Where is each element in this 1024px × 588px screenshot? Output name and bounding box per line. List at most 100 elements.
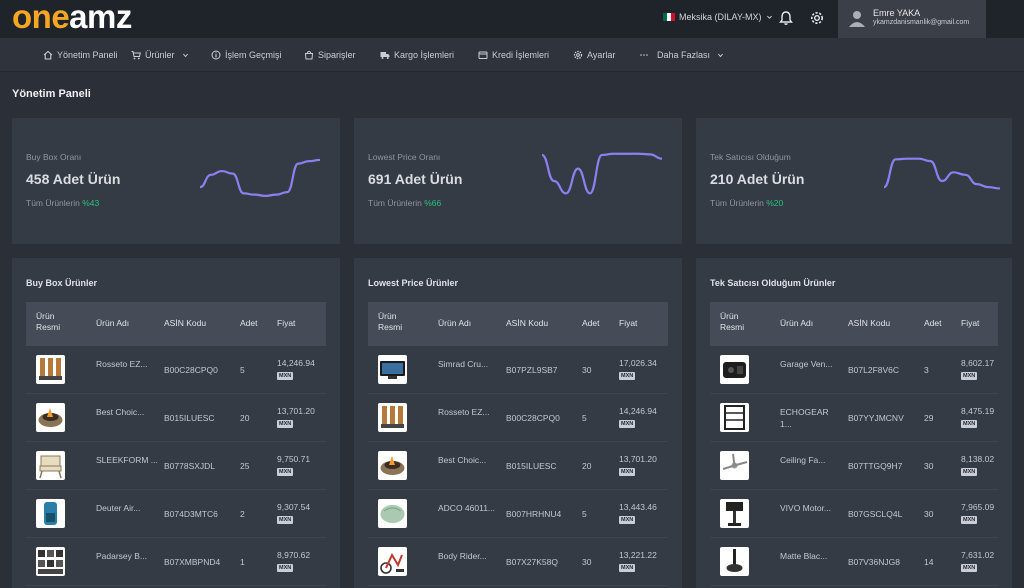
product-image[interactable] — [36, 499, 65, 528]
product-name[interactable]: Ceiling Fa... — [780, 454, 842, 466]
table-row[interactable]: Best Choic... B015ILUESC 20 13,701.20 MXN — [368, 442, 668, 490]
product-image[interactable] — [36, 451, 65, 480]
dispenser-icon — [381, 406, 404, 428]
gear-icon[interactable] — [809, 10, 825, 26]
parts-icon — [38, 550, 63, 574]
info-icon — [211, 50, 221, 60]
table-row[interactable]: ECHOGEAR 1... B07YYJMCNV 29 8,475.19 MXN — [710, 394, 998, 442]
country-selector[interactable]: Meksika (DILAY-MX) — [663, 12, 773, 22]
product-name[interactable]: Best Choic... — [438, 454, 500, 466]
product-image[interactable] — [378, 451, 407, 480]
nav-orders[interactable]: Siparişler — [304, 38, 356, 72]
product-image[interactable] — [378, 403, 407, 432]
table-row[interactable]: Padarsey B... B07XMBPND4 1 8,970.62 MXN — [26, 538, 326, 586]
product-image[interactable] — [378, 355, 407, 384]
product-image[interactable] — [378, 499, 407, 528]
table-row[interactable]: Body Rider... B07X27K58Q 30 13,221.22 MXN — [368, 538, 668, 586]
nav-shipping[interactable]: Kargo İşlemleri — [380, 38, 454, 72]
lowest-price-sparkline — [541, 152, 663, 195]
currency-badge: MXN — [961, 420, 978, 428]
table-row[interactable]: Simrad Cru... B07PZL9SB7 30 17,026.34 MXN — [368, 346, 668, 394]
product-name[interactable]: VIVO Motor... — [780, 502, 842, 514]
price: 8,602.17 — [961, 358, 995, 368]
table-row[interactable]: VIVO Motor... B07GSCLQ4L 30 7,965.09 MXN — [710, 490, 998, 538]
stat-subtext: Tüm Ürünlerin %20 — [710, 198, 784, 208]
nav-products[interactable]: Ürünler — [131, 38, 189, 72]
currency-badge: MXN — [277, 564, 294, 572]
column-header-qty[interactable]: Adet — [924, 318, 942, 329]
table-row[interactable]: Rosseto EZ... B00C28CPQ0 5 14,246.94 MXN — [368, 394, 668, 442]
currency-badge: MXN — [619, 420, 636, 428]
currency-badge: MXN — [277, 468, 294, 476]
product-image[interactable] — [36, 403, 65, 432]
currency-badge: MXN — [619, 564, 636, 572]
product-name[interactable]: Body Rider... — [438, 550, 500, 562]
logo[interactable]: oneamz — [12, 0, 132, 38]
column-header-asin[interactable]: ASİN Kodu — [848, 318, 890, 329]
column-header-qty[interactable]: Adet — [582, 318, 600, 329]
bell-icon[interactable] — [778, 10, 794, 26]
product-image[interactable] — [378, 547, 407, 576]
column-header-image[interactable]: Ürün Resmi — [378, 311, 410, 333]
asin-code: B07V36NJG8 — [848, 557, 900, 567]
table-row[interactable]: Best Choic... B015ILUESC 20 13,701.20 MXN — [26, 394, 326, 442]
product-name[interactable]: ADCO 46011... — [438, 502, 500, 514]
column-header-qty[interactable]: Adet — [240, 318, 258, 329]
column-header-asin[interactable]: ASİN Kodu — [506, 318, 548, 329]
product-name[interactable]: Rosseto EZ... — [96, 358, 158, 370]
table-row[interactable]: Matte Blac... B07V36NJG8 14 7,631.02 MXN — [710, 538, 998, 586]
table-row[interactable]: Ceiling Fa... B07TTGQ9H7 30 8,138.02 MXN — [710, 442, 998, 490]
asin-code: B015ILUESC — [506, 461, 557, 471]
firepit-icon — [38, 408, 63, 427]
user-name: Emre YAKA — [873, 8, 921, 18]
product-name[interactable]: Matte Blac... — [780, 550, 842, 562]
product-name[interactable]: Best Choic... — [96, 406, 158, 418]
table-header: Ürün Resmi Ürün Adı ASİN Kodu Adet Fiyat — [26, 302, 326, 346]
product-name[interactable]: Rosseto EZ... — [438, 406, 500, 418]
column-header-image[interactable]: Ürün Resmi — [36, 311, 68, 333]
product-image[interactable] — [720, 547, 749, 576]
column-header-name[interactable]: Ürün Adı — [96, 318, 129, 329]
table-row[interactable]: Deuter Air... B074D3MTC6 2 9,307.54 MXN — [26, 490, 326, 538]
currency-badge: MXN — [961, 372, 978, 380]
light-icon — [726, 549, 743, 572]
product-name[interactable]: Simrad Cru... — [438, 358, 500, 370]
nav-more[interactable]: Daha Fazlası — [639, 38, 724, 72]
column-header-price[interactable]: Fiyat — [619, 318, 637, 329]
product-name[interactable]: Deuter Air... — [96, 502, 158, 514]
table-row[interactable]: Garage Ven... B07L2F8V6C 3 8,602.17 MXN — [710, 346, 998, 394]
column-header-price[interactable]: Fiyat — [961, 318, 979, 329]
table-row[interactable]: ADCO 46011... B007HRHNU4 5 13,443.46 MXN — [368, 490, 668, 538]
column-header-name[interactable]: Ürün Adı — [438, 318, 471, 329]
product-image[interactable] — [36, 547, 65, 576]
currency-badge: MXN — [277, 516, 294, 524]
price: 7,631.02 — [961, 550, 995, 560]
nav-settings[interactable]: Ayarlar — [573, 38, 615, 72]
table-row[interactable]: SLEEKFORM ... B0778SXJDL 25 9,750.71 MXN — [26, 442, 326, 490]
product-name[interactable]: Padarsey B... — [96, 550, 158, 562]
column-header-price[interactable]: Fiyat — [277, 318, 295, 329]
cog-icon — [573, 50, 583, 60]
currency-badge: MXN — [961, 468, 978, 476]
chevron-down-icon — [766, 15, 772, 19]
product-image[interactable] — [36, 355, 65, 384]
column-header-asin[interactable]: ASİN Kodu — [164, 318, 206, 329]
asin-code: B00C28CPQ0 — [506, 413, 560, 423]
quantity: 30 — [582, 557, 592, 567]
table-row[interactable]: Rosseto EZ... B00C28CPQ0 5 14,246.94 MXN — [26, 346, 326, 394]
product-image[interactable] — [720, 355, 749, 384]
nav-credits[interactable]: Kredi İşlemleri — [478, 38, 549, 72]
nav-dashboard[interactable]: Yönetim Paneli — [43, 38, 118, 72]
nav-history[interactable]: İşlem Geçmişi — [211, 38, 282, 72]
product-image[interactable] — [720, 499, 749, 528]
price: 13,443.46 — [619, 502, 657, 512]
product-name[interactable]: Garage Ven... — [780, 358, 842, 370]
user-menu[interactable]: Emre YAKA ykamzdanismanlik@gmail.com — [838, 0, 986, 38]
product-name[interactable]: SLEEKFORM ... — [96, 454, 158, 466]
product-name[interactable]: ECHOGEAR 1... — [780, 406, 842, 430]
product-image[interactable] — [720, 403, 749, 432]
quantity: 30 — [582, 365, 592, 375]
column-header-name[interactable]: Ürün Adı — [780, 318, 813, 329]
product-image[interactable] — [720, 451, 749, 480]
column-header-image[interactable]: Ürün Resmi — [720, 311, 752, 333]
